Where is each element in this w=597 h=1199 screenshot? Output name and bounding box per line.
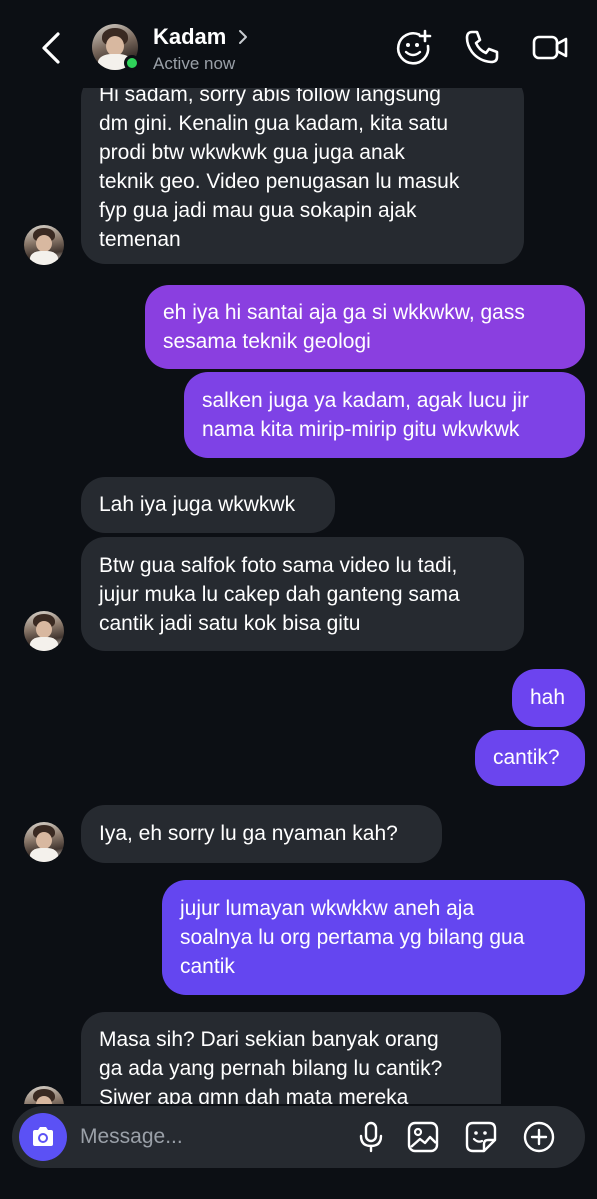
phone-icon[interactable]	[463, 28, 501, 66]
camera-icon	[33, 1127, 53, 1146]
video-camera-icon[interactable]	[531, 28, 569, 66]
outgoing-message[interactable]: jujur lumayan wkwkkw aneh aja soalnya lu…	[162, 880, 585, 995]
contact-name[interactable]: Kadam	[153, 24, 226, 50]
camera-button[interactable]	[19, 1113, 67, 1161]
incoming-message[interactable]: Masa sih? Dari sekian banyak orang ga ad…	[81, 1012, 501, 1104]
message-composer	[12, 1106, 585, 1168]
message-input[interactable]	[80, 1106, 340, 1168]
outgoing-message[interactable]: cantik?	[475, 730, 585, 786]
avatar[interactable]	[24, 225, 64, 265]
avatar[interactable]	[24, 1086, 64, 1104]
outgoing-message[interactable]: hah	[512, 669, 585, 727]
chevron-right-icon[interactable]	[236, 27, 250, 47]
chat-header: Kadam Active now	[0, 0, 597, 88]
incoming-message[interactable]: Btw gua salfok foto sama video lu tadi, …	[81, 537, 524, 651]
sticker-icon[interactable]	[464, 1120, 498, 1154]
sticker-add-icon[interactable]	[395, 28, 433, 66]
incoming-message[interactable]: Lah iya juga wkwkwk	[81, 477, 335, 533]
back-arrow-icon[interactable]	[34, 28, 70, 68]
avatar[interactable]	[24, 611, 64, 651]
incoming-message[interactable]: Hi sadam, sorry abis follow langsung dm …	[81, 88, 524, 264]
active-status: Active now	[153, 54, 236, 73]
message-thread[interactable]: Hi sadam, sorry abis follow langsung dm …	[0, 88, 597, 1104]
outgoing-message[interactable]: salken juga ya kadam, agak lucu jir nama…	[184, 372, 585, 458]
microphone-icon[interactable]	[354, 1120, 388, 1154]
gallery-icon[interactable]	[406, 1120, 440, 1154]
outgoing-message[interactable]: eh iya hi santai aja ga si wkkwkw, gass …	[145, 285, 585, 369]
incoming-message[interactable]: Iya, eh sorry lu ga nyaman kah?	[81, 805, 442, 863]
online-status-dot	[124, 55, 140, 71]
avatar[interactable]	[24, 822, 64, 862]
plus-circle-icon[interactable]	[522, 1120, 556, 1154]
